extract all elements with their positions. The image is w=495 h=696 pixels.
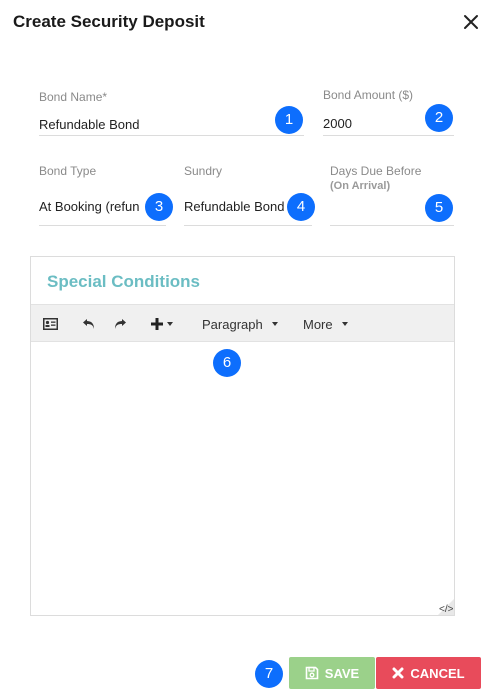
sundry-underline [184,225,312,226]
bond-type-field[interactable]: Bond Type At Booking (refun [39,164,166,226]
bond-type-underline [39,225,166,226]
editor-title: Special Conditions [47,272,201,291]
days-due-underline [330,225,454,226]
insert-plus-icon[interactable] [150,305,173,343]
sundry-select[interactable]: Refundable Bond [184,199,286,214]
close-icon[interactable] [461,12,481,32]
days-due-label: Days Due Before [330,164,422,178]
bond-amount-input[interactable]: 2000 [323,116,423,131]
special-conditions-editor: Special Conditions Paragraph More </> [30,256,455,616]
editor-content-area[interactable] [31,343,454,615]
cancel-button[interactable]: CANCEL [376,657,481,689]
save-icon [305,666,319,680]
redo-icon[interactable] [113,305,127,343]
more-dropdown[interactable]: More [303,305,348,343]
sundry-label: Sundry [184,164,223,178]
chevron-down-icon [271,322,278,326]
step-badge-3: 3 [145,193,173,221]
save-button-label: SAVE [324,665,360,681]
days-due-sublabel: (On Arrival) [330,180,391,192]
bond-name-input[interactable]: Refundable Bond [39,117,269,132]
paragraph-dropdown-label: Paragraph [202,316,263,332]
dialog-title: Create Security Deposit [13,12,205,31]
svg-text:</>: </> [439,604,454,615]
bond-name-field[interactable]: Bond Name* Refundable Bond [39,90,304,136]
bond-type-label: Bond Type [39,164,97,178]
paragraph-dropdown[interactable]: Paragraph [202,305,278,343]
bond-amount-underline [323,135,454,136]
editor-toolbar: Paragraph More [31,304,454,342]
contact-card-icon[interactable] [43,305,58,343]
close-icon [392,667,404,679]
step-badge-6: 6 [213,349,241,377]
more-dropdown-label: More [303,316,333,332]
bond-name-label: Bond Name* [39,90,108,104]
save-button[interactable]: SAVE [289,657,375,689]
undo-icon[interactable] [82,305,96,343]
step-badge-1: 1 [275,106,303,134]
bond-name-underline [39,135,304,136]
chevron-down-icon [341,322,348,326]
step-badge-7: 7 [255,660,283,688]
bond-amount-label: Bond Amount ($) [323,88,414,102]
cancel-button-label: CANCEL [410,665,465,681]
code-view-icon[interactable]: </> [432,599,454,615]
dialog-header: Create Security Deposit [0,0,495,44]
step-badge-4: 4 [287,193,315,221]
bond-type-select[interactable]: At Booking (refun [39,199,142,214]
step-badge-2: 2 [425,104,453,132]
step-badge-5: 5 [425,194,453,222]
